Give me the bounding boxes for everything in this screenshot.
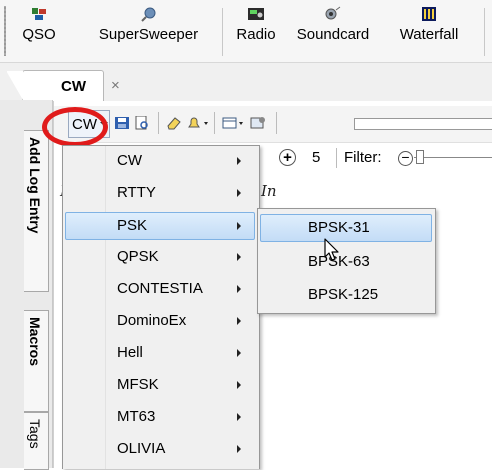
eraser-icon[interactable] [166, 116, 182, 130]
submenu-arrow-icon [237, 317, 241, 325]
soundcard-button[interactable]: Soundcard [291, 4, 375, 60]
menu-item-mfsk[interactable]: MFSK [65, 372, 255, 398]
menu-item-olivia[interactable]: OLIVIA [65, 436, 255, 462]
mode-menu: CW RTTY PSK QPSK CONTESTIA DominoEx Hell… [62, 145, 260, 469]
save-icon[interactable] [114, 116, 130, 130]
radio-icon [247, 6, 265, 22]
plus-icon[interactable]: + [279, 149, 296, 166]
side-tab-label: Add Log Entry [27, 137, 43, 234]
menu-item-bpsk-63[interactable]: BPSK-63 [260, 249, 432, 275]
submenu-arrow-icon [237, 157, 241, 165]
side-tab-macros[interactable]: Macros [24, 310, 49, 412]
soundcard-icon [324, 6, 342, 22]
soundcard-label: Soundcard [296, 26, 370, 43]
toolbar-separator [158, 112, 159, 134]
supersweeper-button[interactable]: SuperSweeper [86, 4, 211, 60]
menu-item-bpsk-31[interactable]: BPSK-31 [260, 214, 432, 242]
ribbon-separator [484, 8, 485, 56]
panel-toolbar: CW [54, 106, 492, 143]
side-tab-label: Tags [27, 419, 43, 449]
side-tab-tags[interactable]: Tags [24, 412, 49, 470]
menu-item-label: PSK [117, 217, 148, 234]
row-separator [336, 148, 337, 168]
submenu-arrow-icon [237, 349, 241, 357]
side-tab-strip: Add Log Entry Macros Tags [0, 100, 53, 470]
toolbar-separator [214, 112, 215, 134]
menu-item-qpsk[interactable]: QPSK [65, 244, 255, 270]
tab-cw-label: CW [61, 78, 86, 95]
level-slider[interactable] [354, 118, 492, 130]
columns-icon[interactable] [222, 116, 246, 130]
qso-button[interactable]: QSO [15, 4, 63, 60]
menu-item-label: CW [117, 152, 142, 169]
filter-slider-track[interactable] [414, 157, 492, 158]
submenu-arrow-icon [237, 189, 241, 197]
submenu-arrow-icon [237, 253, 241, 261]
psk-submenu: BPSK-31 BPSK-63 BPSK-125 [257, 208, 436, 314]
qso-label: QSO [22, 26, 56, 43]
menu-item-hell[interactable]: Hell [65, 340, 255, 366]
menu-item-label: OLIVIA [117, 440, 166, 457]
document-tab-strip: CW × [0, 63, 492, 102]
menu-item-label: CONTESTIA [117, 280, 203, 297]
menu-item-dominoex[interactable]: DominoEx [65, 308, 255, 334]
submenu-arrow-icon [237, 381, 241, 389]
highlight-circle [42, 107, 108, 147]
radio-label: Radio [236, 26, 276, 43]
toolbar-separator [276, 112, 277, 134]
submenu-arrow-icon [237, 445, 241, 453]
bell-icon[interactable] [186, 116, 210, 130]
minus-icon[interactable]: − [398, 150, 413, 166]
step-value: 5 [312, 149, 321, 166]
mouse-cursor-icon [324, 238, 339, 261]
settings-icon[interactable] [250, 116, 266, 130]
close-icon[interactable]: × [111, 77, 120, 94]
menu-item-label: BPSK-125 [308, 286, 379, 303]
submenu-arrow-icon [237, 413, 241, 421]
side-tab-add-log-entry[interactable]: Add Log Entry [24, 130, 49, 292]
menu-item-label: DominoEx [117, 312, 187, 329]
toolbar-grip[interactable] [4, 6, 6, 56]
submenu-arrow-icon [237, 222, 241, 230]
menu-item-label: RTTY [117, 184, 156, 201]
supersweeper-label: SuperSweeper [98, 26, 199, 43]
tab-cw[interactable]: CW × [7, 70, 120, 102]
print-preview-icon[interactable] [134, 115, 150, 130]
menu-item-label: QPSK [117, 248, 159, 265]
menu-item-label: MFSK [117, 376, 159, 393]
waterfall-label: Waterfall [399, 26, 459, 43]
menu-item-label: MT63 [117, 408, 156, 425]
waterfall-button[interactable]: Waterfall [384, 4, 474, 60]
ribbon-toolbar: QSO SuperSweeper Radio Soundcard Waterfa… [0, 0, 492, 63]
menu-item-label: BPSK-31 [308, 219, 370, 236]
supersweeper-icon [140, 6, 158, 22]
radio-button[interactable]: Radio [228, 4, 284, 60]
menu-item-psk[interactable]: PSK [65, 212, 255, 240]
filter-slider-thumb[interactable] [416, 150, 424, 164]
ribbon-separator [222, 8, 223, 56]
text-fragment: In [261, 182, 277, 200]
menu-item-rtty[interactable]: RTTY [65, 180, 255, 206]
menu-item-cw[interactable]: CW [65, 148, 255, 174]
submenu-arrow-icon [237, 285, 241, 293]
qso-icon [30, 6, 48, 22]
filter-label: Filter: [344, 149, 382, 166]
menu-item-mt63[interactable]: MT63 [65, 404, 255, 430]
menu-item-contestia[interactable]: CONTESTIA [65, 276, 255, 302]
side-tab-label: Macros [27, 317, 43, 367]
waterfall-icon [420, 6, 438, 22]
menu-item-bpsk-125[interactable]: BPSK-125 [260, 282, 432, 308]
menu-item-label: Hell [117, 344, 143, 361]
